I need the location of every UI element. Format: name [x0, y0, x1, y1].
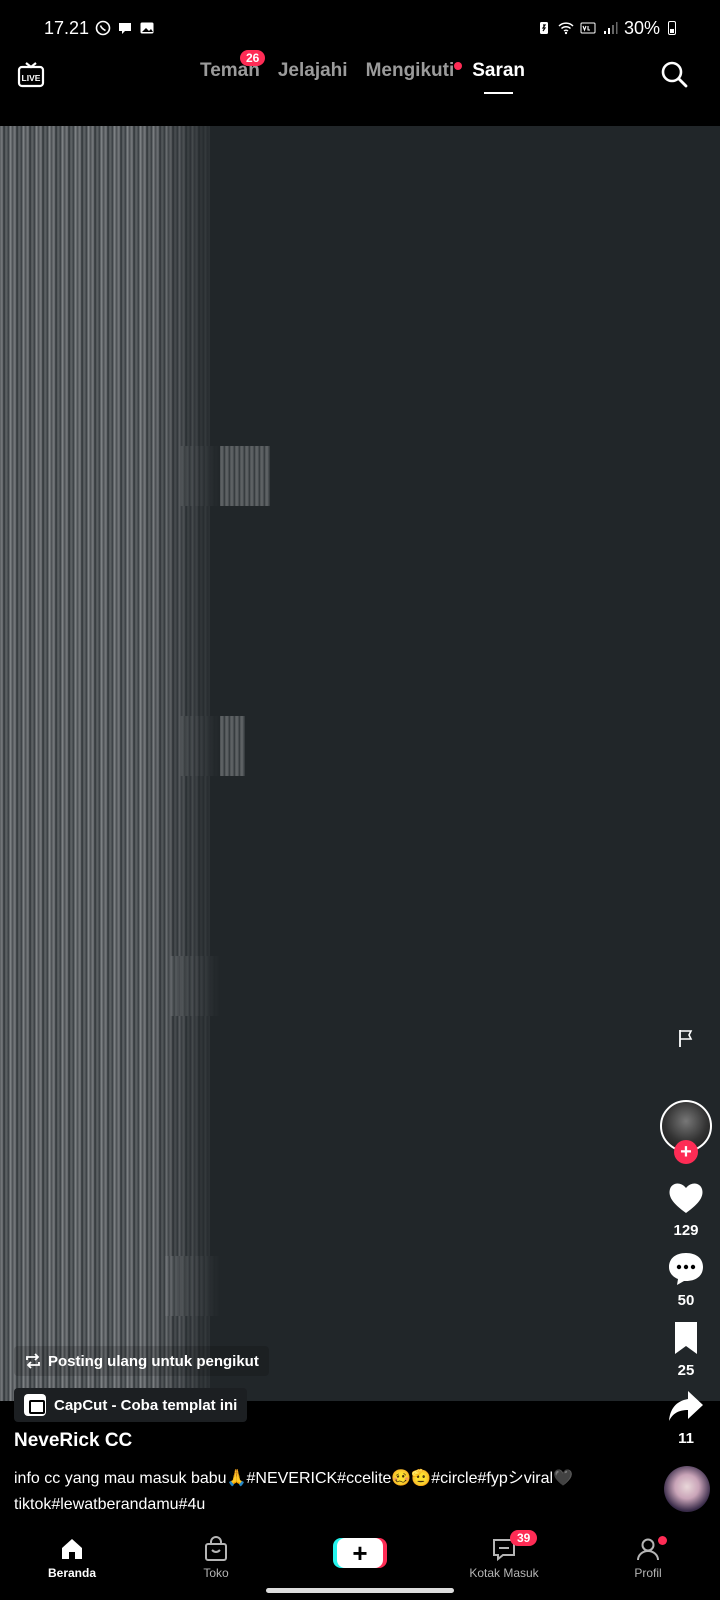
- battery-percent: 30%: [623, 17, 660, 38]
- capcut-template-link[interactable]: CapCut - Coba templat ini: [14, 1388, 248, 1422]
- nav-label: Beranda: [47, 1566, 97, 1580]
- battery-saver-icon: [539, 22, 548, 34]
- battery-icon: [668, 21, 676, 35]
- creator-avatar[interactable]: +: [660, 1100, 712, 1164]
- wifi-icon: [558, 22, 574, 35]
- nav-label: Toko: [203, 1566, 229, 1580]
- notification-dot: [454, 62, 463, 70]
- tab-teman[interactable]: Teman 26: [200, 50, 266, 82]
- save-button[interactable]: 25: [660, 1318, 712, 1379]
- create-plus-button[interactable]: +: [337, 1538, 383, 1568]
- gallery-icon: [140, 22, 154, 34]
- home-icon: [62, 1539, 82, 1559]
- tab-mengikuti[interactable]: Mengikuti: [365, 60, 463, 82]
- notification-dot: [658, 1536, 667, 1545]
- nav-label: Kotak Masuk: [469, 1566, 539, 1580]
- like-button[interactable]: 129: [660, 1178, 712, 1239]
- home-indicator[interactable]: [266, 1588, 454, 1593]
- author-name[interactable]: NeveRick CC: [14, 1430, 132, 1452]
- nav-shop[interactable]: Toko: [156, 1536, 276, 1580]
- status-right: 30%: [536, 18, 676, 39]
- share-button[interactable]: 11: [660, 1386, 712, 1447]
- video-player[interactable]: [0, 126, 720, 1401]
- save-count: 25: [677, 1362, 695, 1379]
- signal-icon: [603, 22, 618, 34]
- video-noise-fade: [150, 126, 220, 1401]
- tab-badge: 26: [240, 50, 266, 66]
- tab-label: Saran: [472, 60, 526, 81]
- tab-label: Mengikuti: [365, 60, 455, 81]
- follow-button[interactable]: +: [674, 1140, 698, 1164]
- sound-disc[interactable]: [664, 1466, 710, 1512]
- caption-line: tiktok#lewatberandamu#4u: [14, 1496, 206, 1513]
- comment-icon: [669, 1253, 703, 1285]
- tab-jelajahi[interactable]: Jelajahi: [278, 60, 348, 82]
- comment-count: 50: [677, 1292, 695, 1309]
- comment-button[interactable]: 50: [660, 1248, 712, 1309]
- svg-text:LIVE: LIVE: [22, 73, 41, 83]
- nav-profile[interactable]: Profil: [588, 1536, 708, 1580]
- capcut-logo-icon: [24, 1394, 46, 1416]
- repost-label: Posting ulang untuk pengikut: [48, 1352, 259, 1370]
- caption-line: info cc yang mau masuk babu🙏#NEVERICK#cc…: [14, 1470, 574, 1487]
- whatsapp-icon: [95, 20, 111, 36]
- heart-icon: [669, 1183, 703, 1213]
- capcut-label: CapCut - Coba templat ini: [54, 1396, 238, 1414]
- feed-tabs: Teman 26 Jelajahi Mengikuti Saran: [200, 50, 526, 94]
- volte-icon: [580, 22, 596, 34]
- share-count: 11: [678, 1430, 694, 1447]
- shopping-bag-icon: [205, 1536, 227, 1561]
- chat-icon: [119, 23, 132, 34]
- flag-icon[interactable]: [676, 1028, 696, 1048]
- status-bar: 17.21 30%: [0, 0, 720, 56]
- tab-saran[interactable]: Saran: [472, 60, 526, 94]
- clock: 17.21: [44, 17, 90, 38]
- share-icon: [669, 1391, 703, 1421]
- video-caption[interactable]: info cc yang mau masuk babu🙏#NEVERICK#cc…: [14, 1466, 614, 1518]
- tab-label: Jelajahi: [277, 60, 348, 81]
- nav-create[interactable]: +: [300, 1536, 420, 1568]
- status-left: 17.21: [44, 18, 155, 39]
- like-count: 129: [673, 1222, 699, 1239]
- top-nav: LIVE Teman 26 Jelajahi Mengikuti Saran: [0, 50, 720, 126]
- search-icon[interactable]: [660, 60, 688, 88]
- repost-icon: [26, 1353, 40, 1369]
- nav-label: Profil: [634, 1566, 662, 1580]
- nav-home[interactable]: Beranda: [12, 1536, 132, 1580]
- inbox-badge: 39: [510, 1530, 538, 1546]
- live-icon[interactable]: LIVE: [16, 60, 46, 90]
- bookmark-icon: [675, 1322, 697, 1354]
- nav-inbox[interactable]: 39 Kotak Masuk: [444, 1530, 564, 1580]
- repost-prompt[interactable]: Posting ulang untuk pengikut: [14, 1346, 269, 1376]
